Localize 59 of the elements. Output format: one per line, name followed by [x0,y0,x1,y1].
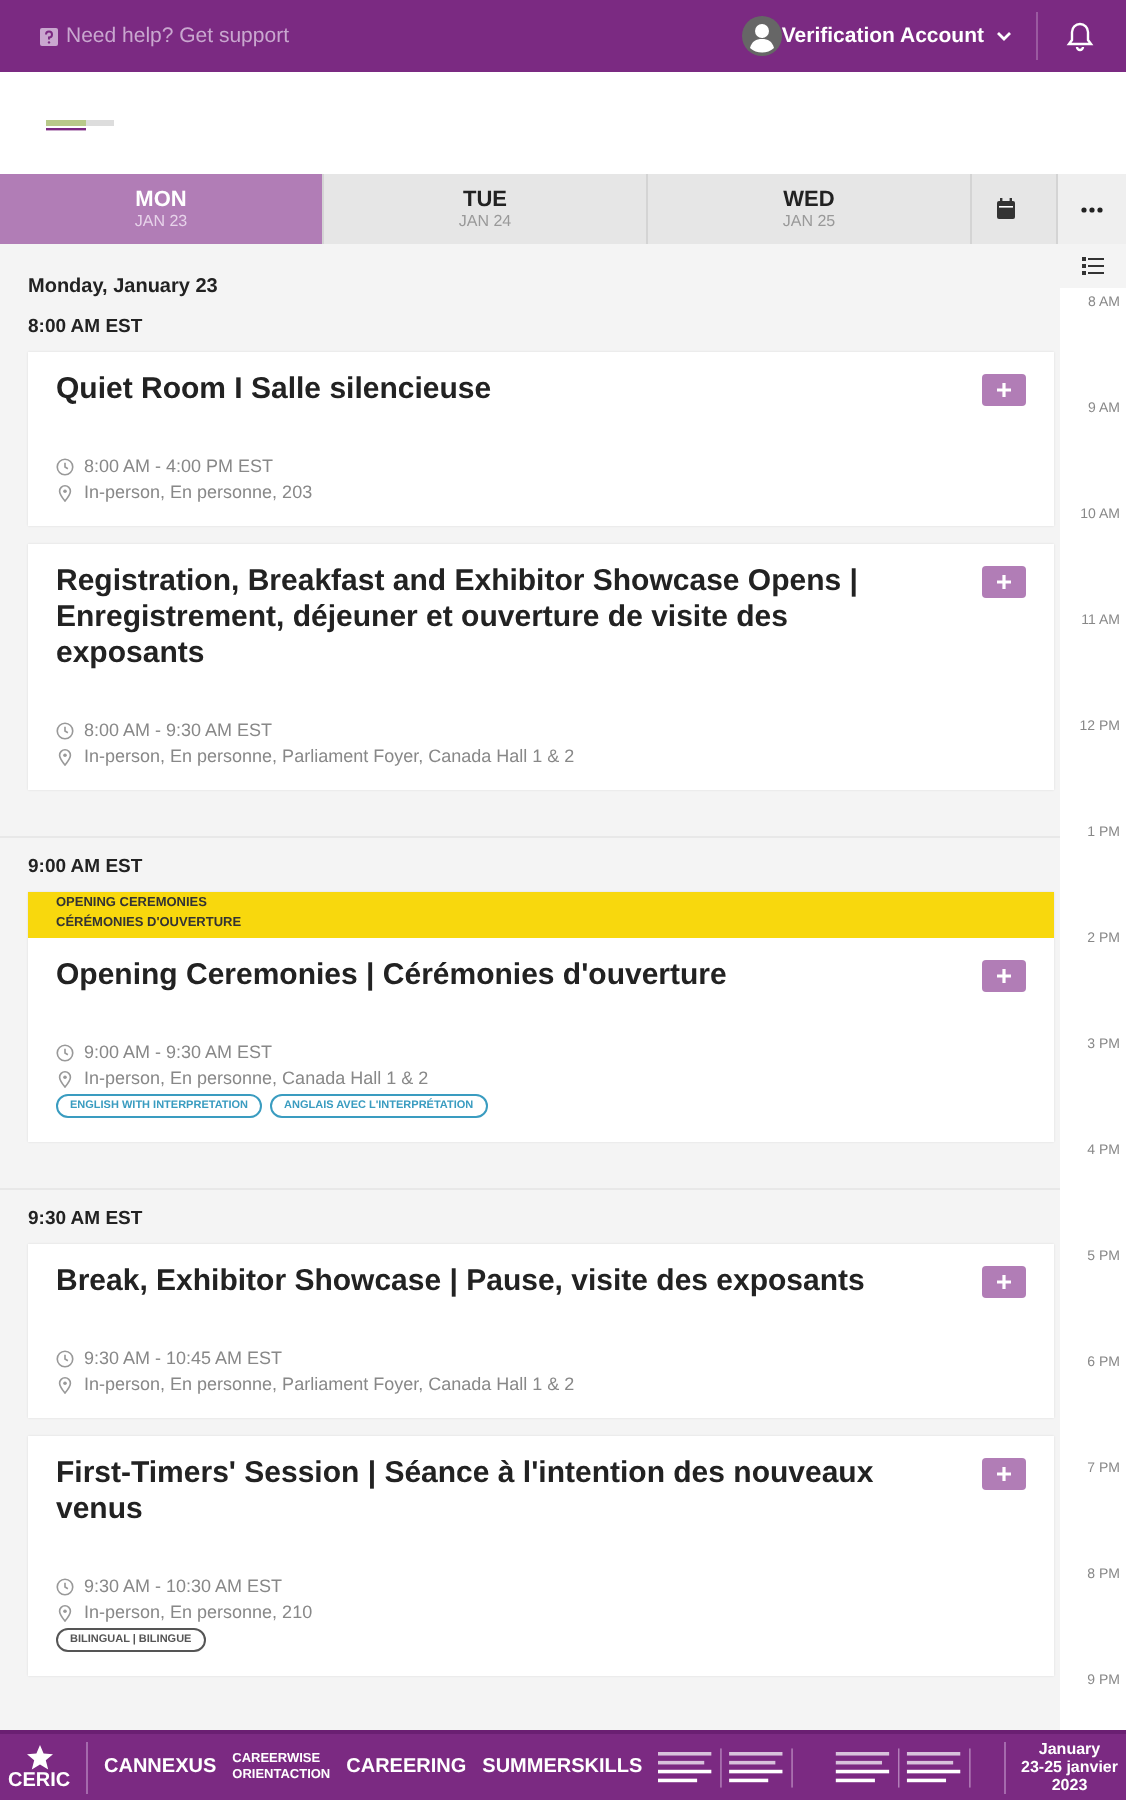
session-time: 8:00 AM - 9:30 AM EST [84,720,273,740]
session-time: 9:30 AM - 10:30 AM EST [84,1576,283,1596]
plus-icon [996,574,1012,590]
session-location: In-person, En personne, 210 [84,1602,313,1622]
add-button[interactable] [982,566,1026,598]
session-time: 9:00 AM - 9:30 AM EST [84,1042,273,1062]
list-icon[interactable] [1082,256,1104,276]
logo-icon [46,115,118,131]
session-card[interactable]: Quiet Room I Salle silencieuse 8:00 AM - 4:00 PM EST In-person, En personne, 203 [28,352,1054,526]
clock-icon [56,1349,74,1367]
star-icon [25,1743,54,1771]
brand-logo: CAREERING [346,1756,467,1778]
clock-icon [56,1577,74,1595]
session-location: In-person, En personne, Parliament Foyer, Canada Hall 1 & 2 [84,1374,575,1394]
session-time: 9:30 AM - 10:45 AM EST [84,1348,283,1368]
location-pin-icon [56,1069,74,1087]
plus-icon [996,968,1012,984]
session-card[interactable]: Break, Exhibitor Showcase | Pause, visite des exposants 9:30 AM - 10:45 AM EST In-person, En personne, Parliament Foyer, Canada Hall 1 & 2 [28,1244,1054,1418]
location-pin-icon [56,747,74,765]
chevron-down-icon [996,30,1012,42]
ceric-logo: CERIC [8,1771,71,1791]
session-time: 8:00 AM - 4:00 PM EST [84,456,274,476]
session-card[interactable]: Registration, Breakfast and Exhibitor Showcase Opens | Enregistrement, déjeuner et ouverture de visite des exposants 8:00 AM - 9:30 AM EST In-person, En personne, Parliament Foyer, Canada Hall 1 & 2 [28,544,1054,790]
clock-icon [56,721,74,739]
brand-logo: CANNEXUS [104,1756,217,1778]
session-card[interactable] [28,892,1054,1142]
event-dates: January 23-25 janvier 2023 [1021,1740,1118,1794]
session-title: First-Timers' Session | Séance à l'intention des nouveaux venus [56,1456,876,1528]
calendar-icon[interactable] [996,198,1016,220]
plus-icon [996,382,1012,398]
more-icon[interactable] [1080,205,1104,213]
add-button[interactable] [982,1458,1026,1490]
date-heading: Monday, January 23 [26,274,220,298]
time-heading: 9:00 AM EST [26,854,145,882]
session-title: Quiet Room I Salle silencieuse [56,372,492,408]
account-menu[interactable]: Verification Account [781,24,1012,48]
bell-icon[interactable] [1064,20,1096,52]
session-location: In-person, En personne, 203 [84,482,313,502]
add-button[interactable] [982,374,1026,406]
plus-icon [996,1274,1012,1290]
add-button[interactable] [982,960,1026,992]
session-title: Opening Ceremonies | Cérémonies d'ouverture [56,958,727,994]
location-pin-icon [56,483,74,501]
session-location: In-person, En personne, Canada Hall 1 & 2 [84,1068,429,1088]
session-title: Break, Exhibitor Showcase | Pause, visite des exposants [56,1264,865,1300]
support-link[interactable]: Need help? Get support [40,24,289,48]
location-pin-icon [56,1603,74,1621]
clock-icon [56,1043,74,1061]
plus-icon [996,1466,1012,1482]
time-heading: 8:00 AM EST [26,314,145,342]
help-icon [40,27,58,45]
clock-icon [56,457,74,475]
location-pin-icon [56,1375,74,1393]
session-title: Registration, Breakfast and Exhibitor Showcase Opens | Enregistrement, déjeuner et ouverture de visite des exposants [56,564,860,672]
brand-logo: SUMMERSKILLS [482,1756,643,1778]
add-button[interactable] [982,1266,1026,1298]
avatar-icon[interactable] [741,16,782,56]
time-heading: 9:30 AM EST [26,1206,145,1234]
session-location: In-person, En personne, Parliament Foyer, Canada Hall 1 & 2 [84,746,575,766]
